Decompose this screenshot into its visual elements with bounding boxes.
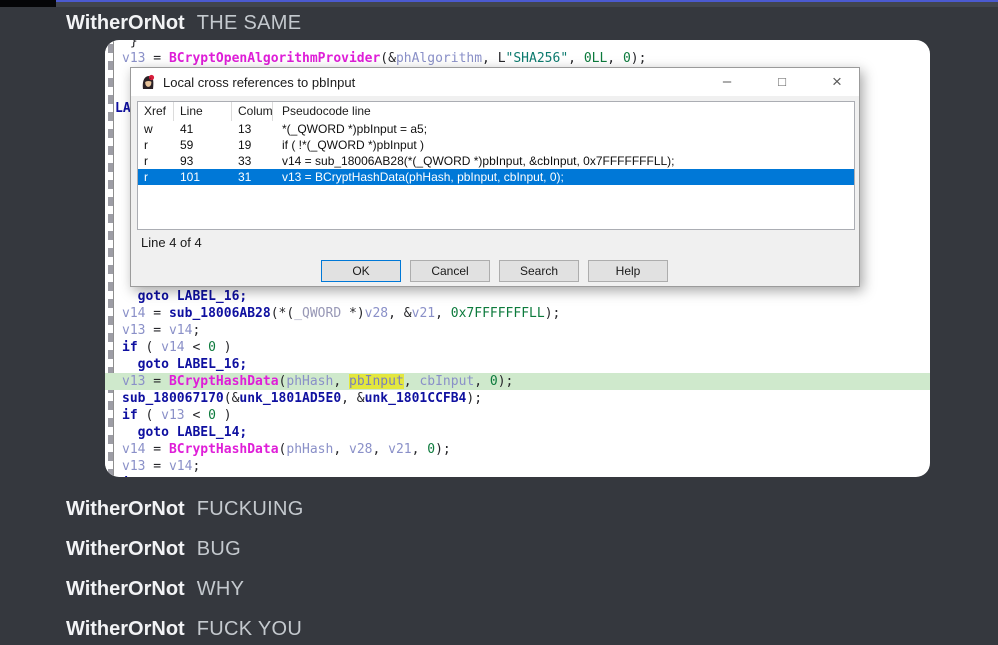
code-line[interactable]: v13 = BCryptHashData(phHash, pbInput, cb… [105,373,930,390]
cancel-button[interactable]: Cancel [410,260,490,282]
ok-button[interactable]: OK [321,260,401,282]
message-author[interactable]: WitherOrNot [66,498,185,520]
message-author[interactable]: WitherOrNot [66,618,185,640]
code-line[interactable]: sub_180067170(&unk_1801AD5E0, &unk_1801C… [105,390,930,407]
chat-message: WitherOrNot THE SAME [0,7,998,37]
xref-cell: r [138,169,174,185]
message-content: THE SAME [197,12,302,34]
xref-cell: *(_QWORD *)pbInput = a5; [273,121,854,137]
xref-cell: v14 = sub_18006AB28(*(_QWORD *)pbInput, … [273,153,854,169]
attachment-image[interactable]: }v13 = BCryptOpenAlgorithmProvider(&phAl… [105,40,930,477]
status-line-count: Line 4 of 4 [141,235,202,250]
xref-cell: 33 [232,153,273,169]
xref-row[interactable]: r9333v14 = sub_18006AB28(*(_QWORD *)pbIn… [138,153,854,169]
message-author[interactable]: WitherOrNot [66,578,185,600]
code-line[interactable]: if ( v14 < 0 ) [105,339,930,356]
xref-table: Xref Line Column Pseudocode line w4113*(… [137,101,855,230]
column-header-xref[interactable]: Xref [138,102,174,121]
ida-mascot-icon [140,74,156,90]
attachment-corner [0,0,56,7]
xref-cell: 13 [232,121,273,137]
table-header: Xref Line Column Pseudocode line [138,102,854,121]
column-header-pseudocode[interactable]: Pseudocode line [273,102,854,121]
search-button[interactable]: Search [499,260,579,282]
code-line[interactable]: v13 = BCryptOpenAlgorithmProvider(&phAlg… [105,50,930,67]
code-line[interactable]: goto LABEL_14; [105,424,930,441]
xref-row[interactable]: w4113*(_QWORD *)pbInput = a5; [138,121,854,137]
xref-cell: w [138,121,174,137]
code-line[interactable]: if ( v14 < 0 [105,475,930,477]
xref-cell: 19 [232,137,273,153]
pseudocode-top[interactable]: }v13 = BCryptOpenAlgorithmProvider(&phAl… [105,40,930,67]
column-header-line[interactable]: Line [174,102,232,121]
message-content: FUCKUING [197,498,304,520]
xref-cell: 31 [232,169,273,185]
xref-dialog: Local cross references to pbInput – □ × … [130,67,860,287]
xref-cell: 101 [174,169,232,185]
chat-message: WitherOrNot FUCKUING [0,497,998,523]
code-line[interactable]: v13 = v14; [105,322,930,339]
code-line[interactable]: v14 = BCryptHashData(phHash, v28, v21, 0… [105,441,930,458]
message-author[interactable]: WitherOrNot [66,12,185,34]
column-header-column[interactable]: Column [232,102,273,121]
xref-cell: if ( !*(_QWORD *)pbInput ) [273,137,854,153]
code-line[interactable]: goto LABEL_16; [105,356,930,373]
xref-cell: r [138,137,174,153]
pseudocode-fragment: LA [115,101,131,116]
pseudocode-bottom[interactable]: goto LABEL_16;v14 = sub_18006AB28(*(_QWO… [105,288,930,477]
code-line[interactable]: } [105,40,930,50]
xref-cell: 59 [174,137,232,153]
code-line[interactable]: if ( v13 < 0 ) [105,407,930,424]
code-line[interactable]: goto LABEL_16; [105,288,930,305]
code-line[interactable]: v13 = v14; [105,458,930,475]
dialog-title: Local cross references to pbInput [163,75,355,90]
xref-cell: 93 [174,153,232,169]
code-line[interactable]: v14 = sub_18006AB28(*(_QWORD *)v28, &v21… [105,305,930,322]
close-icon[interactable]: × [826,71,848,93]
chat-message: WitherOrNot WHY [0,577,998,603]
xref-row[interactable]: r10131v13 = BCryptHashData(phHash, pbInp… [138,169,854,185]
previous-attachment-edge [0,0,998,7]
help-button[interactable]: Help [588,260,668,282]
message-author[interactable]: WitherOrNot [66,538,185,560]
maximize-icon[interactable]: □ [771,71,793,93]
message-content: FUCK YOU [197,618,302,640]
table-body: w4113*(_QWORD *)pbInput = a5;r5919if ( !… [138,121,854,185]
attachment-border-line [0,0,998,2]
dialog-buttons: OK Cancel Search Help [321,260,668,282]
xref-cell: v13 = BCryptHashData(phHash, pbInput, cb… [273,169,854,185]
xref-cell: r [138,153,174,169]
xref-cell: 41 [174,121,232,137]
message-content: WHY [197,578,245,600]
minimize-icon[interactable]: – [716,71,738,93]
xref-row[interactable]: r5919if ( !*(_QWORD *)pbInput ) [138,137,854,153]
message-content: BUG [197,538,241,560]
dialog-titlebar[interactable]: Local cross references to pbInput – □ × [131,68,859,96]
chat-message: WitherOrNot BUG [0,537,998,563]
chat-message: WitherOrNot FUCK YOU [0,617,998,643]
